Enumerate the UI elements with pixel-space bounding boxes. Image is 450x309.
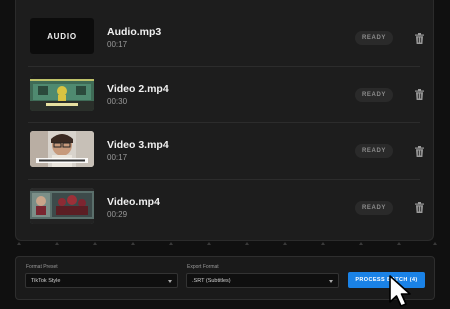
file-duration: 00:29 — [107, 209, 128, 219]
format-preset-select[interactable]: TikTok Style — [25, 273, 178, 288]
status-badge: READY — [355, 200, 393, 215]
delete-button[interactable] — [412, 143, 426, 159]
export-format-label: Export Format — [187, 264, 219, 270]
file-name: Audio.mp3 — [107, 26, 162, 38]
file-name: Video 2.mp4 — [107, 82, 169, 95]
mouse-pointer-icon — [389, 275, 411, 307]
status-badge: READY — [355, 87, 393, 102]
file-queue-panel: AUDIO Audio.mp3 00:17 READY Video 2.mp4 … — [15, 0, 434, 241]
trash-icon — [414, 32, 424, 44]
trash-icon — [414, 202, 424, 213]
tick-mark — [17, 242, 21, 245]
trash-icon — [414, 89, 424, 100]
video-thumbnail — [30, 131, 94, 167]
tick-mark — [433, 242, 437, 245]
app-window: AUDIO Audio.mp3 00:17 READY Video 2.mp4 … — [0, 0, 450, 309]
batch-controls-bar: Format Preset TikTok Style Export Format… — [15, 256, 435, 300]
format-preset-value: TikTok Style — [31, 278, 61, 284]
file-list: AUDIO Audio.mp3 00:17 READY Video 2.mp4 … — [28, 10, 424, 236]
tick-mark — [359, 242, 363, 245]
file-duration: 00:30 — [107, 96, 128, 106]
tick-mark — [283, 242, 287, 245]
file-name: Video.mp4 — [107, 195, 160, 208]
list-item[interactable]: Video 2.mp4 00:30 READY — [28, 67, 424, 123]
format-preset-label: Format Preset — [26, 264, 58, 270]
delete-button[interactable] — [412, 87, 426, 103]
status-badge: READY — [355, 31, 393, 45]
delete-button[interactable] — [412, 200, 426, 216]
tick-mark — [245, 242, 249, 245]
delete-button[interactable] — [412, 30, 426, 46]
tick-divider — [0, 242, 450, 252]
tick-mark — [55, 242, 59, 245]
tick-mark — [93, 242, 97, 245]
audio-thumbnail-label: AUDIO — [47, 31, 77, 41]
export-format-value: .SRT (Subtitles) — [192, 278, 231, 284]
tick-mark — [397, 242, 401, 245]
chevron-down-icon — [329, 280, 333, 283]
tick-mark — [321, 242, 325, 245]
video-thumbnail — [30, 74, 94, 111]
list-item[interactable]: Video.mp4 00:29 READY — [28, 180, 424, 236]
tick-mark — [131, 242, 135, 245]
file-name: Video 3.mp4 — [107, 139, 169, 151]
list-item[interactable]: AUDIO Audio.mp3 00:17 READY — [28, 10, 424, 67]
file-duration: 00:17 — [107, 153, 128, 162]
file-duration: 00:17 — [107, 40, 128, 49]
export-format-select[interactable]: .SRT (Subtitles) — [186, 273, 339, 288]
audio-thumbnail: AUDIO — [30, 18, 94, 54]
list-item[interactable]: Video 3.mp4 00:17 READY — [28, 123, 424, 180]
status-badge: READY — [355, 144, 393, 158]
video-thumbnail — [30, 187, 94, 224]
trash-icon — [414, 145, 424, 157]
tick-mark — [207, 242, 211, 245]
tick-mark — [169, 242, 173, 245]
chevron-down-icon — [168, 280, 172, 283]
